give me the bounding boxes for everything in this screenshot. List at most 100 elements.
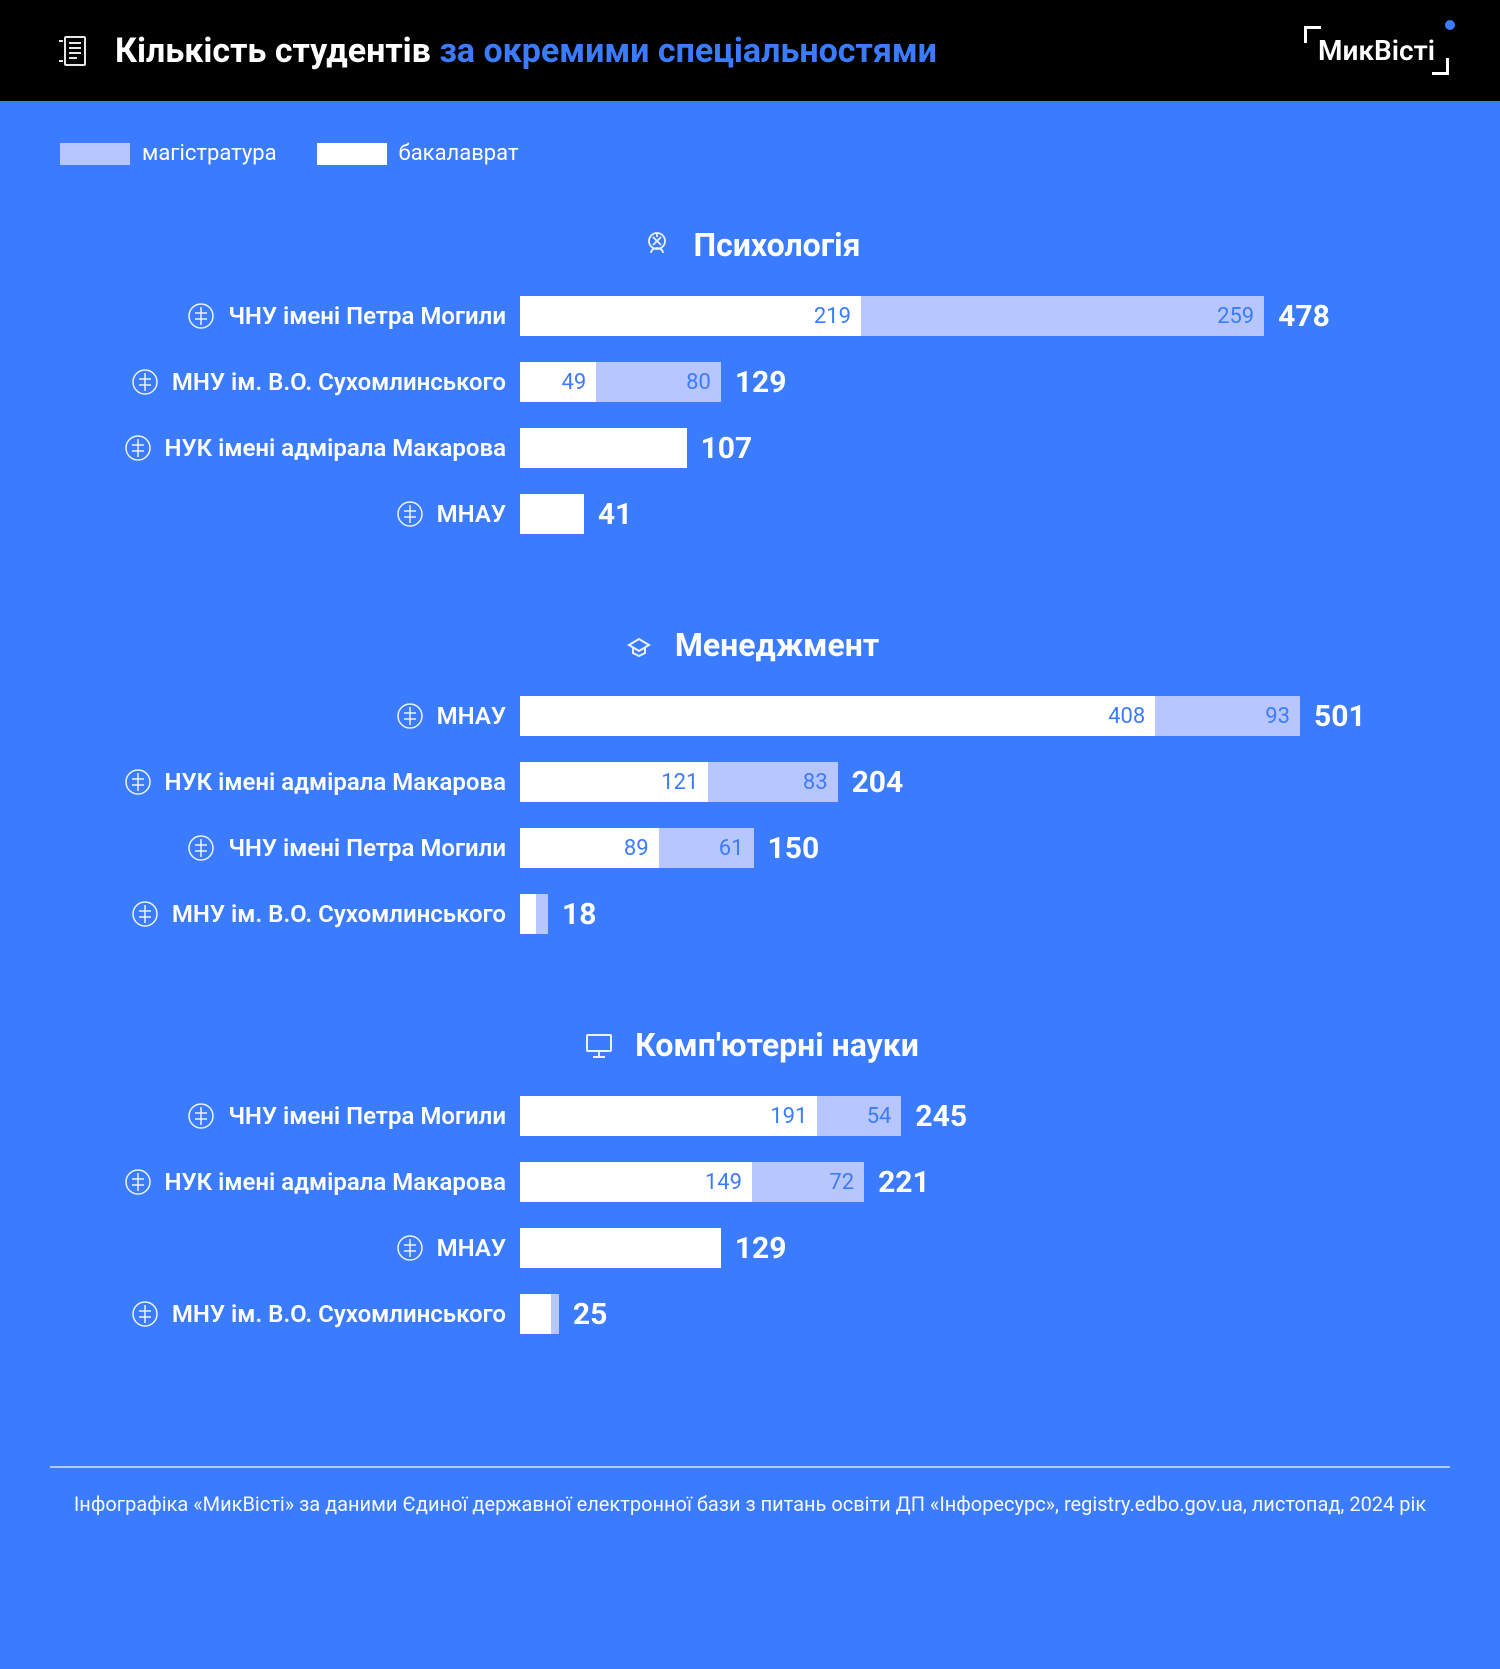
chart-group: Психологія ЧНУ імені Петра Могили 21925947…: [60, 226, 1440, 536]
row-total: 221: [878, 1165, 930, 1200]
bar-area: 14972 221: [520, 1162, 1440, 1202]
university-icon: [395, 1233, 425, 1263]
group-title-text: Комп'ютерні науки: [635, 1026, 919, 1064]
row-total: 245: [915, 1099, 967, 1134]
segment-masters: 72: [752, 1162, 864, 1202]
university-icon: [130, 899, 160, 929]
chart-row: МНУ ім. В.О. Сухомлинського 4980 129: [60, 360, 1440, 404]
chart-row: ЧНУ імені Петра Могили 219259478: [60, 294, 1440, 338]
bar-area: 40893501: [520, 696, 1440, 736]
row-total: 41: [598, 497, 632, 532]
row-total: 204: [852, 765, 904, 800]
group-title: Менеджмент: [60, 626, 1440, 664]
page-header: Кількість студентів за окремими спеціаль…: [0, 0, 1500, 101]
row-label: МНАУ: [437, 1234, 506, 1262]
university-icon: [186, 833, 216, 863]
university-icon: [130, 1299, 160, 1329]
university-icon: [186, 301, 216, 331]
row-label: МНУ ім. В.О. Сухомлинського: [172, 1300, 506, 1328]
segment-masters: [536, 894, 548, 934]
segment-masters: 80: [596, 362, 721, 402]
chart-row: МНАУ 41: [60, 492, 1440, 536]
brand-logo: МикВісті: [1308, 30, 1445, 71]
university-icon: [395, 499, 425, 529]
group-title-text: Психологія: [693, 226, 860, 264]
segment-bachelors: 121: [520, 762, 708, 802]
group-title: Психологія: [60, 226, 1440, 264]
swatch-bachelors: [317, 143, 387, 165]
segment-masters: 54: [817, 1096, 901, 1136]
chart-content: магістратура бакалаврат Психологія ЧНУ ім…: [0, 101, 1500, 1446]
segment-bachelors: 219: [520, 296, 861, 336]
bar-area: 19154 245: [520, 1096, 1440, 1136]
row-label: МНУ ім. В.О. Сухомлинського: [172, 900, 506, 928]
segment-masters: 83: [708, 762, 837, 802]
university-icon: [123, 767, 153, 797]
row-label: ЧНУ імені Петра Могили: [228, 834, 506, 862]
chart-row: МНУ ім. В.О. Сухомлинського 18: [60, 892, 1440, 936]
row-label: ЧНУ імені Петра Могили: [228, 302, 506, 330]
row-label: ЧНУ імені Петра Могили: [228, 1102, 506, 1130]
group-icon: [621, 627, 657, 663]
document-icon: [55, 31, 95, 71]
segment-bachelors: [520, 1228, 721, 1268]
row-total: 18: [562, 897, 596, 932]
segment-bachelors: [520, 428, 687, 468]
row-label: НУК імені адмірала Макарова: [165, 1168, 506, 1196]
segment-bachelors: [520, 1294, 551, 1334]
chart-legend: магістратура бакалаврат: [60, 141, 1440, 166]
group-icon: [581, 1027, 617, 1063]
chart-row: МНАУ 129: [60, 1226, 1440, 1270]
chart-row: НУК імені адмірала Макарова107: [60, 426, 1440, 470]
segment-bachelors: 89: [520, 828, 659, 868]
segment-masters: [551, 1294, 559, 1334]
row-total: 129: [735, 1231, 787, 1266]
bar-area: 12183 204: [520, 762, 1440, 802]
segment-masters: 259: [861, 296, 1264, 336]
segment-bachelors: 408: [520, 696, 1155, 736]
row-label: МНАУ: [437, 500, 506, 528]
segment-bachelors: [520, 894, 536, 934]
row-total: 501: [1314, 699, 1366, 734]
segment-masters: 61: [659, 828, 754, 868]
group-title-text: Менеджмент: [675, 626, 879, 664]
bar-area: 8961 150: [520, 828, 1440, 868]
row-total: 150: [768, 831, 820, 866]
chart-group: Менеджмент МНАУ 40893501 НУК імені адмірала…: [60, 626, 1440, 936]
row-label: НУК імені адмірала Макарова: [165, 768, 506, 796]
row-label: МНУ ім. В.О. Сухомлинського: [172, 368, 506, 396]
university-icon: [123, 1167, 153, 1197]
row-total: 25: [573, 1297, 607, 1332]
bar-area: 41: [520, 494, 1440, 534]
chart-row: НУК імені адмірала Макарова 12183 204: [60, 760, 1440, 804]
page-footer: Інфографіка «МикВісті» за даними Єдиної …: [50, 1466, 1450, 1566]
bar-area: 25: [520, 1294, 1440, 1334]
segment-bachelors: 149: [520, 1162, 752, 1202]
chart-row: МНАУ 40893501: [60, 694, 1440, 738]
row-total: 129: [735, 365, 787, 400]
legend-masters-label: магістратура: [142, 141, 277, 166]
row-label: МНАУ: [437, 702, 506, 730]
chart-row: ЧНУ імені Петра Могили 19154 245: [60, 1094, 1440, 1138]
row-total: 107: [701, 431, 753, 466]
group-icon: [639, 227, 675, 263]
legend-bachelors-label: бакалаврат: [399, 141, 519, 166]
chart-row: НУК імені адмірала Макарова 14972 221: [60, 1160, 1440, 1204]
chart-row: МНУ ім. В.О. Сухомлинського 25: [60, 1292, 1440, 1336]
bar-area: 4980 129: [520, 362, 1440, 402]
university-icon: [395, 701, 425, 731]
legend-bachelors: бакалаврат: [317, 141, 519, 166]
bar-area: 219259478: [520, 296, 1440, 336]
bar-area: 107: [520, 428, 1440, 468]
university-icon: [130, 367, 160, 397]
footer-text: Інфографіка «МикВісті» за даними Єдиної …: [50, 1492, 1450, 1516]
bar-area: 18: [520, 894, 1440, 934]
page-title: Кількість студентів за окремими спеціаль…: [115, 31, 937, 71]
university-icon: [186, 1101, 216, 1131]
segment-bachelors: 191: [520, 1096, 817, 1136]
swatch-masters: [60, 143, 130, 165]
segment-bachelors: 49: [520, 362, 596, 402]
bar-area: 129: [520, 1228, 1440, 1268]
group-title: Комп'ютерні науки: [60, 1026, 1440, 1064]
segment-bachelors: [520, 494, 584, 534]
